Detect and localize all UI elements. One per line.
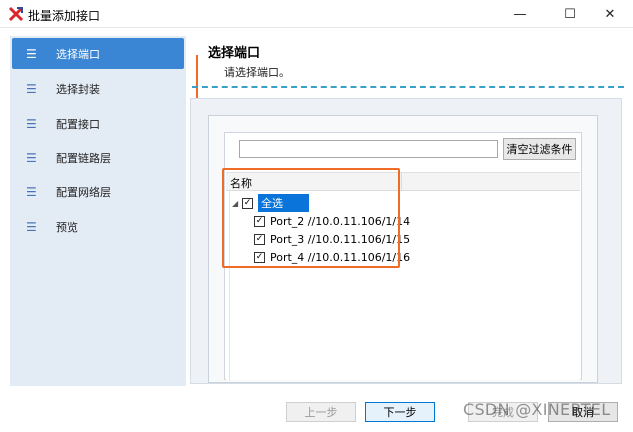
sidebar-item-configure-network-layer[interactable]: ☰ 配置网络层 — [12, 176, 184, 207]
sidebar-item-configure-link-layer[interactable]: ☰ 配置链路层 — [12, 142, 184, 173]
sidebar-item-label: 选择端口 — [56, 47, 100, 61]
close-button[interactable]: ✕ — [587, 0, 633, 28]
wizard-steps-sidebar: ☰ 选择端口 ☰ 选择封装 ☰ 配置接口 ☰ 配置链路层 ☰ 配置网络层 ☰ 预… — [10, 36, 186, 386]
prev-button[interactable]: 上一步 — [286, 402, 356, 422]
sidebar-item-label: 预览 — [56, 220, 78, 234]
sidebar-item-label: 配置链路层 — [56, 151, 111, 165]
list-icon: ☰ — [26, 116, 37, 131]
window-title: 批量添加接口 — [28, 9, 101, 23]
watermark: CSDN @XINERTEL — [463, 400, 611, 419]
title-bar: 批量添加接口 — ☐ ✕ — [0, 0, 633, 28]
sidebar-item-select-encapsulation[interactable]: ☰ 选择封装 — [12, 73, 184, 104]
header-divider — [192, 86, 624, 88]
sidebar-item-configure-interface[interactable]: ☰ 配置接口 — [12, 108, 184, 139]
page-title: 选择端口 — [208, 46, 261, 61]
list-icon: ☰ — [26, 46, 37, 61]
sidebar-item-label: 配置接口 — [56, 117, 100, 131]
sidebar-item-preview[interactable]: ☰ 预览 — [12, 211, 184, 242]
column-separator[interactable] — [401, 173, 402, 191]
sidebar-item-label: 配置网络层 — [56, 185, 111, 199]
list-icon: ☰ — [26, 81, 37, 96]
annotation-highlight-box — [222, 168, 400, 268]
next-button[interactable]: 下一步 — [365, 402, 435, 422]
page-subtitle: 请选择端口。 — [224, 66, 290, 79]
sidebar-item-label: 选择封装 — [56, 82, 100, 96]
minimize-button[interactable]: — — [497, 0, 543, 28]
sidebar-item-select-port[interactable]: ☰ 选择端口 — [12, 38, 184, 69]
list-icon: ☰ — [26, 219, 37, 234]
list-icon: ☰ — [26, 150, 37, 165]
app-logo-icon — [8, 6, 24, 22]
clear-filter-button[interactable]: 清空过滤条件 — [503, 138, 576, 160]
filter-input[interactable] — [239, 140, 498, 158]
list-icon: ☰ — [26, 184, 37, 199]
